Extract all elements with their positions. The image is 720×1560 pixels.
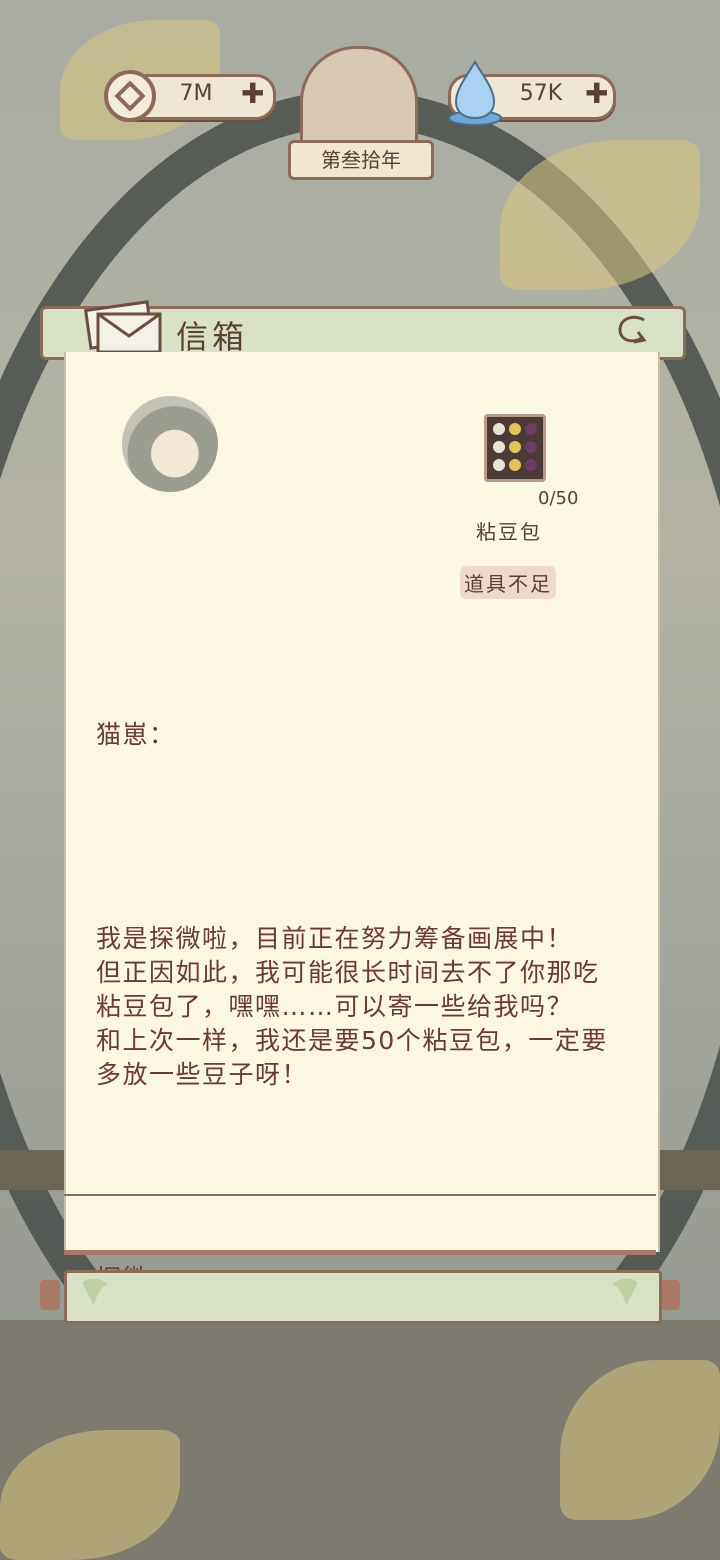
add-water-button[interactable]: ✚	[585, 74, 608, 114]
letter-text: 猫崽： 我是探微啦，目前正在努力筹备画展中！ 但正因如此，我可能很长时间去不了你…	[96, 650, 616, 1330]
water-value: 57K	[519, 81, 563, 106]
letter-greeting: 猫崽：	[96, 720, 176, 749]
letter-body: 我是探微啦，目前正在努力筹备画展中！ 但正因如此，我可能很长时间去不了你那吃粘豆…	[96, 924, 608, 1089]
coin-icon	[104, 70, 156, 122]
water-drop-icon	[448, 60, 502, 126]
scroll-bottom-band	[64, 1270, 662, 1324]
insufficient-items-button[interactable]: 道具不足	[460, 566, 556, 599]
scroll-rod-right	[660, 1280, 680, 1310]
ginkgo-leaf-icon	[82, 1278, 108, 1306]
item-name: 粘豆包	[476, 520, 542, 544]
divider	[64, 1194, 656, 1196]
envelope-icon	[84, 300, 162, 354]
scroll-bottom	[40, 1250, 680, 1324]
back-arrow-icon[interactable]	[612, 312, 652, 348]
divider	[64, 1250, 656, 1255]
sender-portrait	[122, 396, 218, 492]
scroll-rod-left	[40, 1280, 60, 1310]
sticky-bun-item-icon	[484, 414, 546, 482]
coin-value: 7M	[179, 81, 213, 106]
item-progress: 0/50	[538, 488, 579, 509]
add-coins-button[interactable]: ✚	[241, 74, 264, 114]
ginkgo-leaf-icon	[612, 1278, 638, 1306]
year-label: 第叁拾年	[288, 140, 434, 180]
temple-emblem	[300, 46, 418, 152]
